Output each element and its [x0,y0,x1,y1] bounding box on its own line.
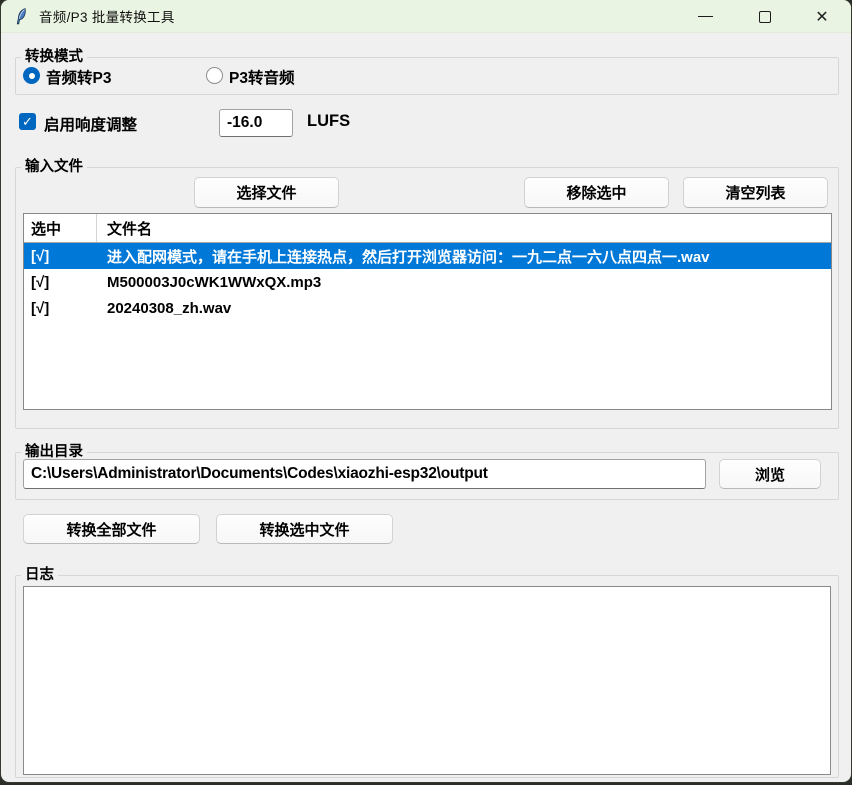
app-window: 音频/P3 批量转换工具 ✕ 转换模式 音频转P3 P3转音频 ✓ 启用响度调整… [1,0,851,782]
mode-groupbox: 转换模式 [15,57,839,95]
mode-group-label: 转换模式 [21,48,87,67]
maximize-icon [759,11,771,23]
file-table[interactable]: 选中 文件名 [√] 进入配网模式，请在手机上连接热点，然后打开浏览器访问：一九… [23,213,832,410]
log-label: 日志 [21,566,58,585]
log-textarea[interactable] [23,586,831,775]
radio-p3-to-audio-label[interactable]: P3转音频 [229,66,294,88]
window-title: 音频/P3 批量转换工具 [39,6,175,26]
remove-selected-button[interactable]: 移除选中 [524,177,669,208]
row-check-mark[interactable]: [√] [24,295,97,321]
minimize-button[interactable] [680,0,730,33]
minimize-icon [698,16,713,17]
row-check-mark[interactable]: [√] [24,243,97,269]
header-filename-column[interactable]: 文件名 [97,214,831,242]
close-button[interactable]: ✕ [797,0,847,33]
row-filename[interactable]: 进入配网模式，请在手机上连接热点，然后打开浏览器访问：一九二点一六八点四点一.w… [97,243,831,269]
row-check-mark[interactable]: [√] [24,269,97,295]
convert-all-button[interactable]: 转换全部文件 [23,514,200,544]
radio-audio-to-p3[interactable] [23,67,40,84]
browse-button[interactable]: 浏览 [719,459,821,489]
input-files-label: 输入文件 [21,158,87,177]
radio-p3-to-audio[interactable] [206,67,223,84]
row-filename[interactable]: M500003J0cWK1WWxQX.mp3 [97,269,831,295]
output-path-input[interactable]: C:\Users\Administrator\Documents\Codes\x… [23,459,706,489]
table-row[interactable]: [√] M500003J0cWK1WWxQX.mp3 [24,269,831,295]
title-bar[interactable]: 音频/P3 批量转换工具 ✕ [1,0,851,33]
table-row[interactable]: [√] 进入配网模式，请在手机上连接热点，然后打开浏览器访问：一九二点一六八点四… [24,243,831,269]
loudness-checkbox[interactable]: ✓ [19,113,36,130]
loudness-checkbox-label[interactable]: 启用响度调整 [44,113,137,135]
maximize-button[interactable] [740,0,790,33]
header-checked-column[interactable]: 选中 [24,214,97,242]
lufs-unit-label: LUFS [307,112,350,131]
radio-selected-dot [29,73,35,79]
select-files-button[interactable]: 选择文件 [194,177,339,208]
convert-selected-button[interactable]: 转换选中文件 [216,514,393,544]
radio-audio-to-p3-label[interactable]: 音频转P3 [46,66,111,88]
tk-feather-icon [14,8,30,25]
table-row[interactable]: [√] 20240308_zh.wav [24,295,831,321]
lufs-input[interactable]: -16.0 [219,109,293,137]
row-filename[interactable]: 20240308_zh.wav [97,295,831,321]
file-table-header: 选中 文件名 [24,214,831,243]
clear-list-button[interactable]: 清空列表 [683,177,828,208]
